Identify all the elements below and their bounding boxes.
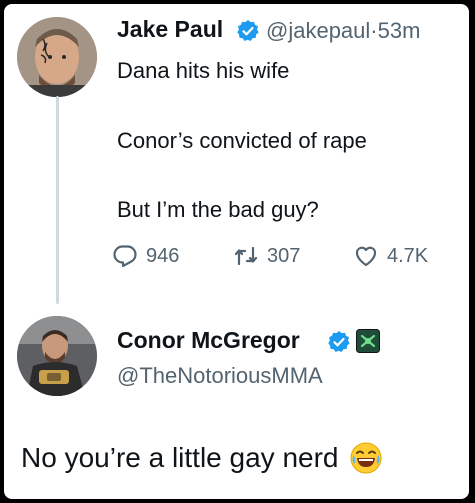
reply-author-name[interactable]: Conor McGregor — [117, 327, 300, 354]
reply-action[interactable]: 946 — [112, 243, 179, 269]
laughing-emoji-icon — [350, 442, 382, 474]
repost-count: 307 — [267, 244, 301, 267]
conor-mcgregor-avatar-image — [17, 316, 97, 396]
conor-mcgregor-avatar[interactable] — [17, 316, 97, 396]
like-count: 4.7K — [387, 244, 429, 267]
separator-dot: · — [370, 18, 378, 43]
jake-paul-avatar-image — [17, 17, 97, 97]
reply-handle[interactable]: @TheNotoriousMMA — [117, 363, 323, 389]
tweet-text-line: But I’m the bad guy? — [117, 197, 319, 222]
verified-badge-icon — [237, 20, 259, 41]
reply-count: 946 — [146, 244, 180, 267]
tweet-text-line: Dana hits his wife — [117, 58, 290, 83]
comment-icon — [113, 245, 137, 268]
tweet-text-line: Conor’s convicted of rape — [117, 128, 367, 153]
heart-icon — [355, 246, 377, 267]
tweet-card: Jake Paul @jakepaul·53m Dana hits his wi… — [4, 4, 469, 499]
tweet-author-name[interactable]: Jake Paul — [117, 16, 223, 43]
reply-text: No you’re a little gay nerd — [21, 441, 383, 475]
verified-badge-icon — [328, 331, 350, 352]
thread-connector-line — [56, 96, 59, 304]
like-action[interactable]: 4.7K — [353, 243, 428, 269]
tweet-handle[interactable]: @jakepaul·53m — [266, 18, 420, 44]
jake-paul-avatar[interactable] — [17, 17, 97, 97]
handle-text: @jakepaul — [266, 18, 371, 43]
tweet-timestamp[interactable]: 53m — [378, 18, 421, 43]
repost-action[interactable]: 307 — [233, 243, 300, 269]
reply-text-content: No you’re a little gay nerd — [21, 442, 339, 473]
affiliate-badge-icon[interactable] — [356, 329, 380, 353]
repost-icon — [234, 246, 258, 266]
